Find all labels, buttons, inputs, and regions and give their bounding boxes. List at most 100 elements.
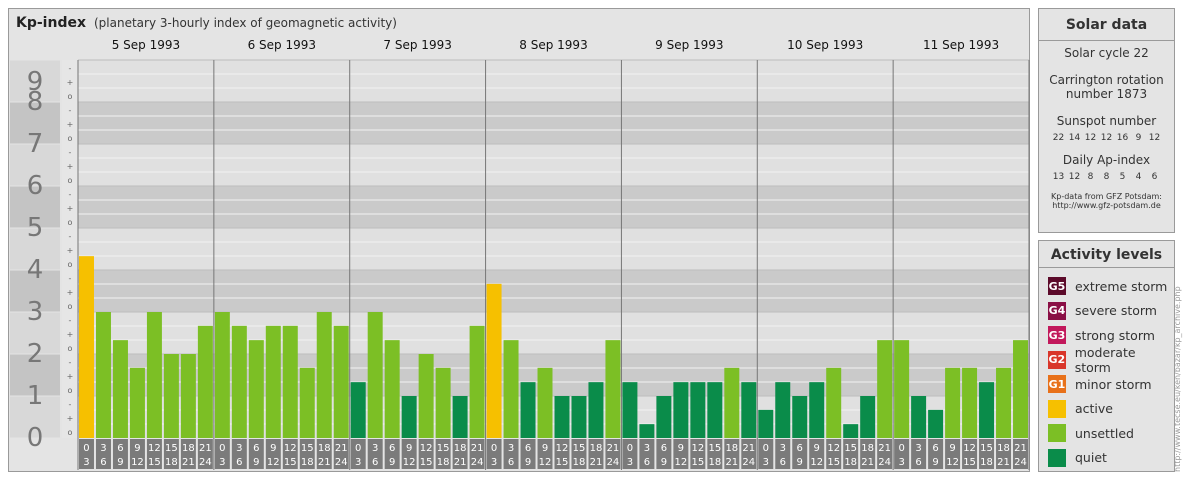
kp-bar xyxy=(571,396,587,438)
interval-start-label: 3 xyxy=(508,443,514,454)
y-minor-label: o xyxy=(68,218,73,227)
interval-start-label: 3 xyxy=(372,443,378,454)
interval-start-label: 15 xyxy=(844,443,857,454)
kp-band xyxy=(78,102,1029,144)
legend-swatch: G3 xyxy=(1048,326,1066,345)
kp-bar xyxy=(877,340,893,438)
interval-end-label: 9 xyxy=(797,457,803,468)
interval-start-label: 6 xyxy=(797,443,803,454)
interval-end-label: 6 xyxy=(780,457,786,468)
sunspot-value: 14 xyxy=(1068,133,1081,143)
interval-end-label: 18 xyxy=(437,457,450,468)
kp-bar xyxy=(214,312,230,438)
sunspot-value: 22 xyxy=(1052,133,1065,143)
interval-start-label: 12 xyxy=(284,443,297,454)
source-watermark: http://www.tecse.eu/ken/bazar/kp_archive… xyxy=(1172,240,1184,472)
kp-bar xyxy=(418,354,434,438)
interval-end-label: 9 xyxy=(117,457,123,468)
ap-value: 4 xyxy=(1135,172,1142,182)
interval-end-label: 6 xyxy=(644,457,650,468)
interval-end-label: 24 xyxy=(1014,457,1027,468)
day-label: 7 Sep 1993 xyxy=(383,38,451,52)
kp-bar xyxy=(809,382,825,438)
kp-band xyxy=(78,60,1029,102)
legend-label: active xyxy=(1075,401,1113,417)
interval-end-label: 21 xyxy=(182,457,195,468)
interval-end-label: 18 xyxy=(165,457,178,468)
sunspot-value: 16 xyxy=(1116,133,1129,143)
solar-title-divider xyxy=(1038,40,1174,41)
kp-bar xyxy=(180,354,196,438)
interval-end-label: 21 xyxy=(318,457,331,468)
interval-start-label: 6 xyxy=(389,443,395,454)
interval-end-label: 15 xyxy=(556,457,569,468)
interval-start-label: 0 xyxy=(491,443,497,454)
y-minor-label: o xyxy=(68,386,73,395)
legend-swatch xyxy=(1048,399,1066,418)
kp-bar xyxy=(894,340,910,438)
interval-end-label: 3 xyxy=(627,457,633,468)
interval-end-label: 15 xyxy=(963,457,976,468)
y-minor-label: + xyxy=(67,372,74,381)
interval-end-label: 21 xyxy=(861,457,874,468)
kp-bar xyxy=(401,396,417,438)
interval-start-label: 18 xyxy=(861,443,874,454)
legend-label: quiet xyxy=(1075,450,1107,466)
y-minor-label: - xyxy=(69,274,72,283)
interval-end-label: 18 xyxy=(844,457,857,468)
kp-bar xyxy=(758,409,774,438)
interval-start-label: 6 xyxy=(253,443,259,454)
interval-start-label: 21 xyxy=(335,443,348,454)
day-label: 6 Sep 1993 xyxy=(248,38,316,52)
interval-start-label: 18 xyxy=(997,443,1010,454)
kp-bar xyxy=(95,312,111,438)
kp-bar xyxy=(112,340,128,438)
legend-swatch: G5 xyxy=(1048,277,1066,296)
interval-start-label: 9 xyxy=(814,443,820,454)
interval-end-label: 12 xyxy=(674,457,687,468)
kp-bar xyxy=(469,325,485,438)
kp-bar xyxy=(537,367,553,438)
sunspot-value: 12 xyxy=(1100,133,1113,143)
interval-end-label: 24 xyxy=(742,457,755,468)
ap-value: 5 xyxy=(1119,172,1126,182)
legend-item-g1: G1 minor storm xyxy=(1039,372,1174,397)
kp-bar xyxy=(741,382,757,438)
interval-start-label: 18 xyxy=(454,443,467,454)
legend-label: moderate storm xyxy=(1074,344,1136,375)
kp-bar xyxy=(639,424,655,438)
y-minor-label: + xyxy=(67,78,74,87)
legend-swatch: G1 xyxy=(1048,375,1066,394)
interval-end-label: 3 xyxy=(83,457,89,468)
source-link[interactable]: http://www.gfz-potsdam.de xyxy=(1039,201,1174,210)
ap-value: 13 xyxy=(1052,172,1065,182)
interval-start-label: 15 xyxy=(708,443,721,454)
interval-end-label: 18 xyxy=(980,457,993,468)
source-line-1: Kp-data from GFZ Potsdam: xyxy=(1051,192,1162,201)
kp-bar xyxy=(707,382,723,438)
kp-bar xyxy=(486,283,502,438)
legend-item-unsettled: unsettled xyxy=(1039,421,1174,446)
kp-bar xyxy=(690,382,706,438)
kp-bar xyxy=(316,312,332,438)
day-label: 9 Sep 1993 xyxy=(655,38,723,52)
interval-start-label: 12 xyxy=(148,443,161,454)
kp-bar xyxy=(452,396,468,438)
y-minor-label: - xyxy=(69,232,72,241)
legend-item-g4: G4 severe storm xyxy=(1039,299,1174,324)
interval-start-label: 6 xyxy=(525,443,531,454)
interval-start-label: 21 xyxy=(199,443,212,454)
y-minor-label: + xyxy=(67,330,74,339)
kp-bar xyxy=(996,367,1012,438)
y-tick-label: 4 xyxy=(27,255,44,285)
y-minor-label: + xyxy=(67,414,74,423)
y-minor-label: + xyxy=(67,288,74,297)
kp-bar xyxy=(503,340,519,438)
interval-end-label: 12 xyxy=(810,457,823,468)
y-minor-label: o xyxy=(68,176,73,185)
kp-band xyxy=(78,270,1029,312)
interval-end-label: 6 xyxy=(915,457,921,468)
kp-bar xyxy=(1013,340,1028,438)
interval-start-label: 18 xyxy=(318,443,331,454)
y-tick-label: 2 xyxy=(27,339,44,369)
